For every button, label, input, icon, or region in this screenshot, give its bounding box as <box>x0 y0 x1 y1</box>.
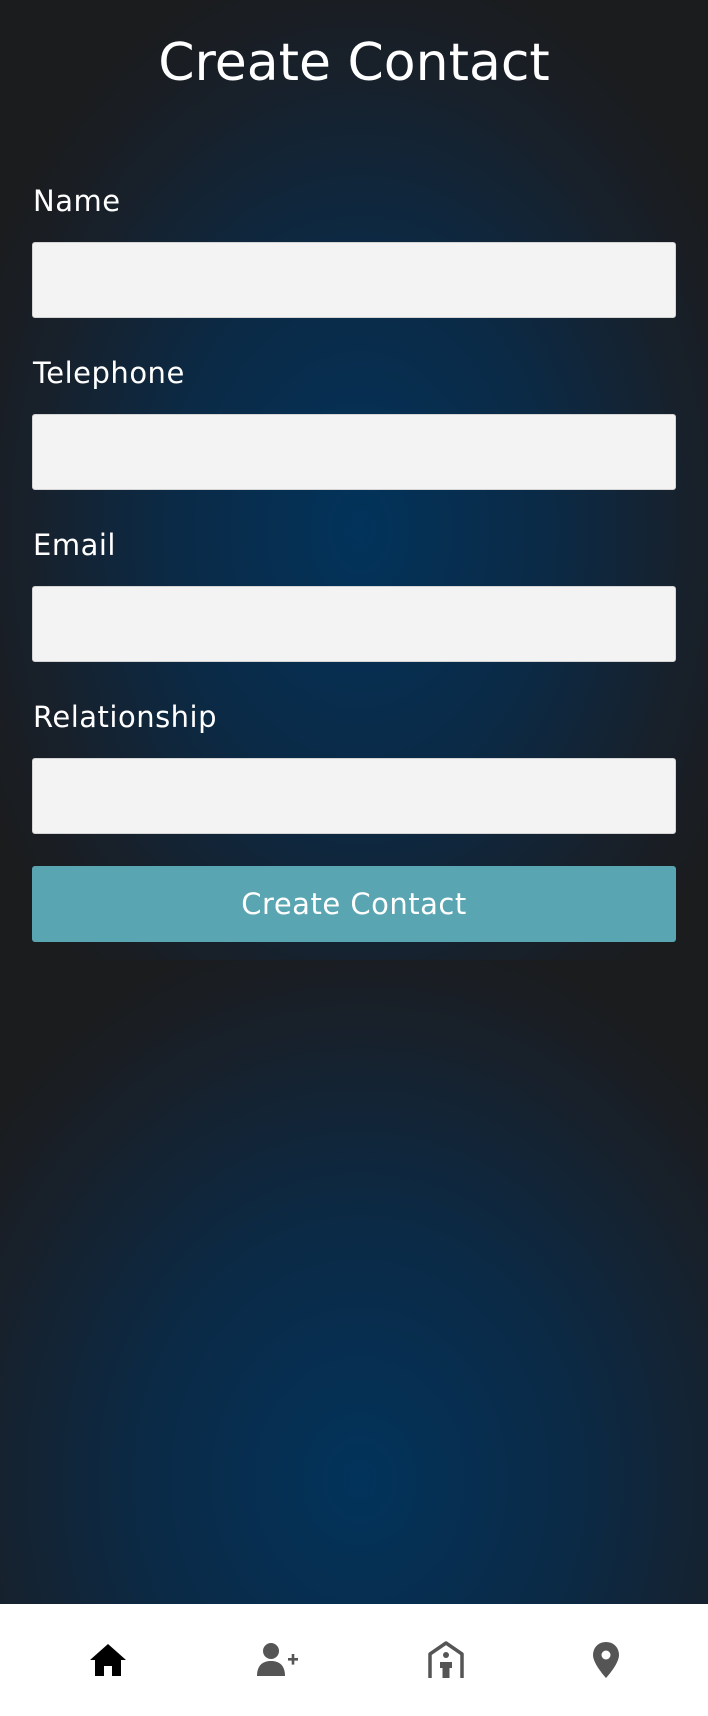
create-contact-screen: Create Contact Name Telephone Email Rela… <box>0 0 708 1716</box>
background-gradient-bottom <box>0 960 708 1604</box>
shelter-icon <box>428 1641 464 1678</box>
nav-item-shelter[interactable] <box>422 1640 470 1680</box>
page-title: Create Contact <box>158 33 550 93</box>
relationship-field[interactable] <box>32 758 676 834</box>
name-label: Name <box>33 184 121 218</box>
bottom-nav-bar <box>0 1604 708 1716</box>
email-label: Email <box>33 528 116 562</box>
home-icon <box>90 1644 126 1676</box>
relationship-label: Relationship <box>33 700 218 734</box>
nav-item-add-contact[interactable] <box>254 1640 302 1680</box>
nav-item-home[interactable] <box>84 1640 132 1680</box>
map-pin-icon <box>593 1642 619 1678</box>
email-field[interactable] <box>32 586 676 662</box>
add-user-icon <box>257 1643 298 1676</box>
telephone-label: Telephone <box>33 356 185 390</box>
name-field[interactable] <box>32 242 676 318</box>
nav-item-location[interactable] <box>582 1640 630 1680</box>
create-contact-button[interactable]: Create Contact <box>32 866 676 942</box>
telephone-field[interactable] <box>32 414 676 490</box>
